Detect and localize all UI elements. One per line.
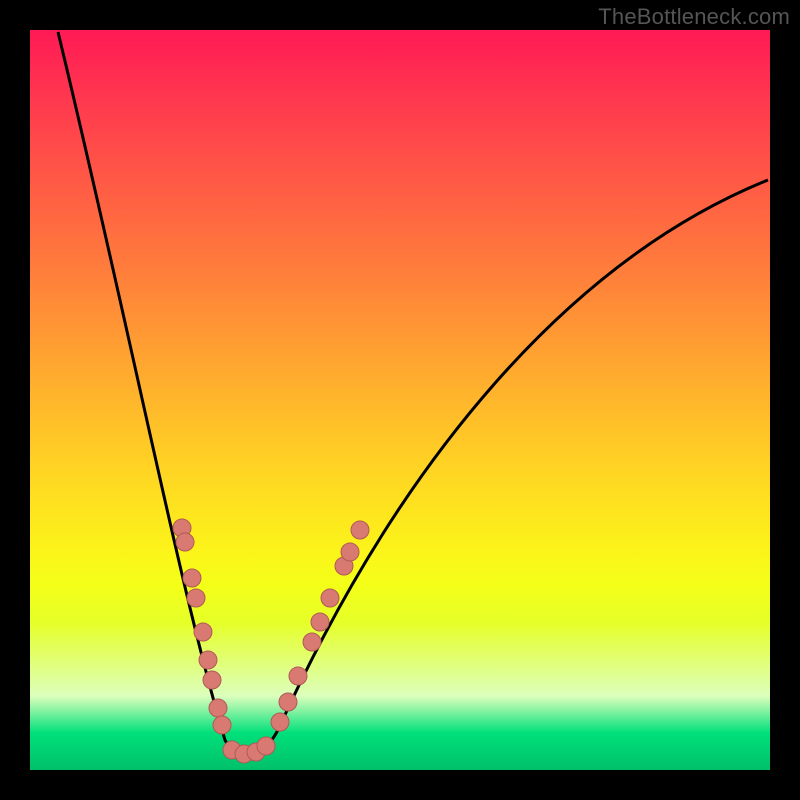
chart-svg <box>30 30 770 770</box>
data-points-left <box>173 519 231 734</box>
data-point <box>194 623 212 641</box>
data-points-right <box>271 521 369 731</box>
data-point <box>271 713 289 731</box>
data-point <box>351 521 369 539</box>
data-point <box>257 737 275 755</box>
data-point <box>187 589 205 607</box>
data-point <box>199 651 217 669</box>
chart-plot-area <box>30 30 770 770</box>
data-point <box>203 671 221 689</box>
data-point <box>279 693 297 711</box>
data-point <box>341 543 359 561</box>
data-point <box>176 533 194 551</box>
data-point <box>311 613 329 631</box>
bottleneck-curve-left <box>58 32 245 755</box>
watermark-text: TheBottleneck.com <box>598 4 790 30</box>
data-point <box>289 667 307 685</box>
data-point <box>183 569 201 587</box>
data-points-bottom <box>223 737 275 763</box>
data-point <box>303 633 321 651</box>
data-point <box>213 716 231 734</box>
bottleneck-curve-right <box>245 180 768 755</box>
data-point <box>321 589 339 607</box>
data-point <box>209 699 227 717</box>
